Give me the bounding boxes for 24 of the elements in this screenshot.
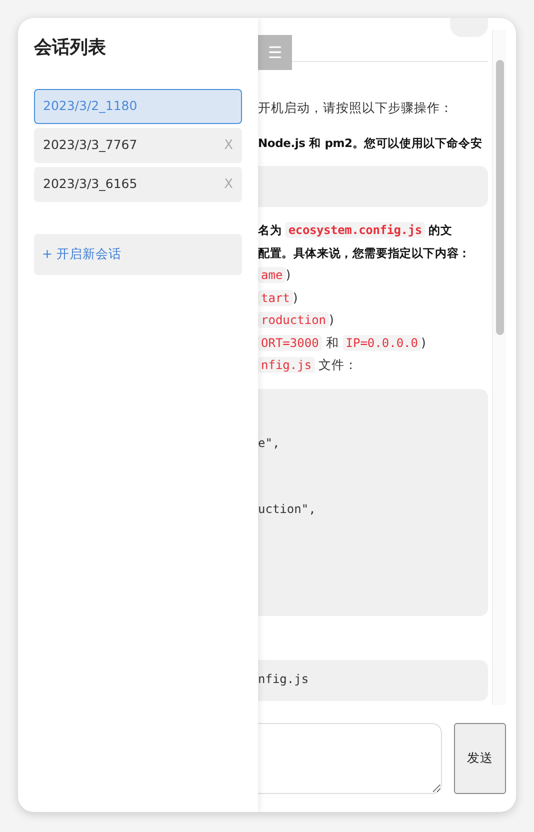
scrollbar-thumb[interactable] — [496, 60, 504, 335]
code-line: e", — [258, 434, 281, 452]
session-item[interactable]: 2023/3/2_1180 — [34, 89, 242, 124]
message-text: Node.js 和 pm2。您可以使用以下命令安 — [258, 134, 484, 152]
message-text: roduction ) — [258, 309, 488, 332]
message-input[interactable] — [258, 723, 442, 794]
send-button[interactable]: 发送 — [454, 723, 506, 794]
code-line: uction", — [258, 500, 317, 518]
close-button[interactable]: X — [224, 136, 233, 156]
session-item[interactable]: 2023/3/3_7767 X — [34, 128, 242, 163]
message-text: tart ) — [258, 286, 488, 309]
close-button[interactable]: X — [224, 174, 233, 194]
code-line: nfig.js — [258, 670, 310, 688]
message-bubble — [450, 18, 488, 37]
message-text: 名为 ecosystem.config.js 的文 — [258, 221, 454, 240]
message-text: nfig.js 文件： — [258, 354, 488, 376]
sidebar-title: 会话列表 — [34, 36, 107, 60]
message-text: ORT=3000 和 IP=0.0.0.0 ) — [258, 332, 488, 354]
message-text: 配置。具体来说，您需要指定以下内容： — [258, 244, 472, 262]
session-item[interactable]: 2023/3/3_6165 X — [34, 167, 242, 202]
menu-button[interactable]: ☰ — [258, 35, 292, 70]
new-chat-button[interactable]: + 开启新会话 — [34, 234, 242, 275]
message-text: 开机启动，请按照以下步骤操作： — [258, 99, 454, 117]
message-text: ame ) — [258, 264, 488, 286]
